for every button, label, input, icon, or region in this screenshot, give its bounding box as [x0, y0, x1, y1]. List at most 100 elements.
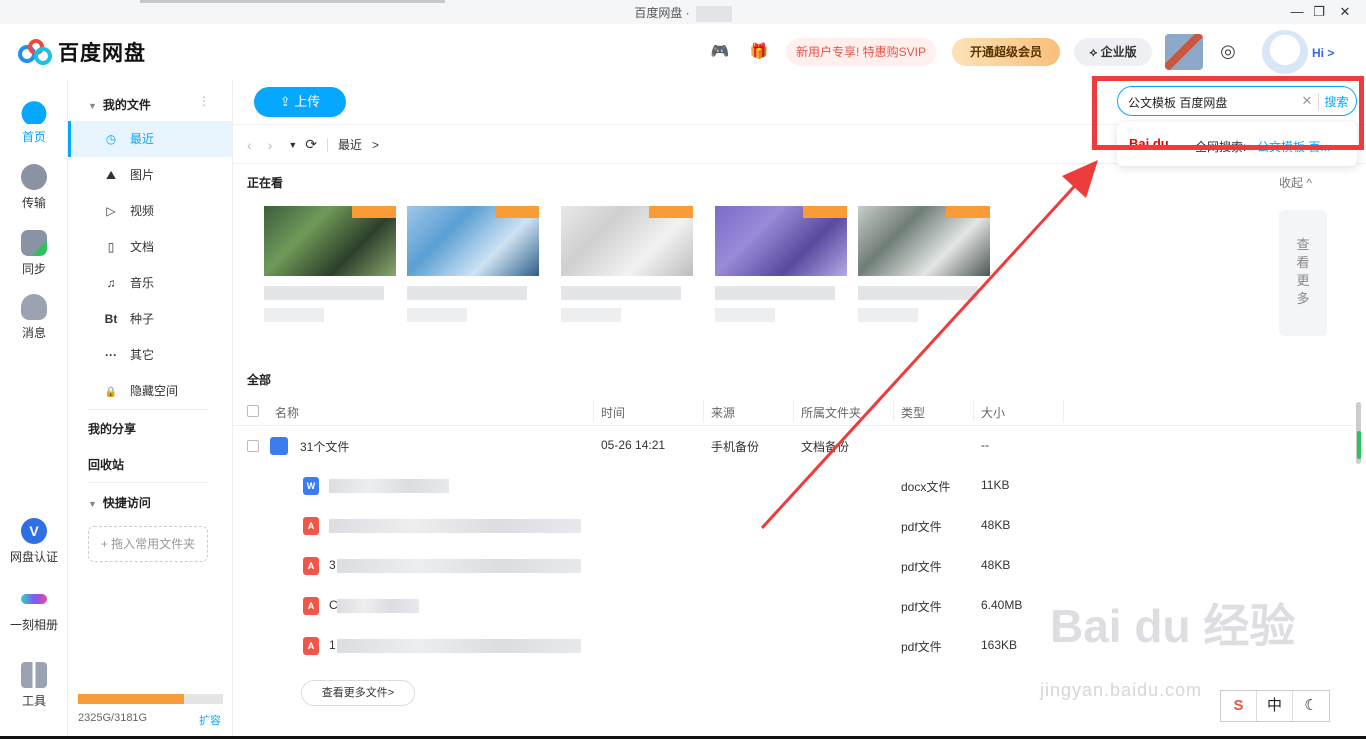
- rail-item-tools[interactable]: 工具: [0, 662, 68, 709]
- col-source[interactable]: 来源: [711, 404, 735, 421]
- sogou-icon[interactable]: S: [1221, 691, 1257, 721]
- file-name-blur: [337, 599, 419, 613]
- rail-item-transfer[interactable]: 传输: [0, 164, 68, 211]
- rail-item-sync[interactable]: 同步: [0, 230, 68, 277]
- gift-icon[interactable]: 🎁: [745, 38, 773, 66]
- recent-thumb[interactable]: [264, 206, 396, 336]
- pdf-icon: A: [303, 637, 319, 655]
- nav-item-label: 文档: [130, 240, 155, 254]
- nav-item-hidden[interactable]: 🔒 隐藏空间: [68, 373, 232, 409]
- recent-thumb[interactable]: [561, 206, 693, 336]
- enterprise-button[interactable]: ⟡ 企业版: [1074, 38, 1152, 66]
- nav-item-label: 最近: [130, 132, 155, 146]
- nav-my-share[interactable]: 我的分享: [88, 420, 136, 437]
- nav-item-images[interactable]: ⛰ 图片: [68, 157, 232, 193]
- history-dropdown-icon[interactable]: ▼: [288, 140, 297, 150]
- file-size: 6.40MB: [981, 598, 1023, 612]
- thumb-tag: [803, 206, 847, 218]
- col-size[interactable]: 大小: [981, 404, 1005, 421]
- bt-icon: Bt: [104, 312, 118, 326]
- transfer-icon: [21, 164, 47, 190]
- avatar[interactable]: [1165, 34, 1203, 70]
- refresh-icon[interactable]: ⟳: [305, 136, 317, 153]
- list-item[interactable]: A 3 pdf文件 48KB: [233, 546, 1353, 586]
- col-time[interactable]: 时间: [601, 404, 625, 421]
- forward-icon[interactable]: ›: [268, 137, 273, 153]
- window-title-text: 百度网盘 ·: [634, 6, 690, 20]
- col-separator: [593, 400, 594, 422]
- close-button[interactable]: ✕: [1334, 2, 1356, 22]
- settings-icon[interactable]: ◎: [1215, 38, 1241, 64]
- watermark-url: jingyan.baidu.com: [1040, 680, 1203, 700]
- nav-item-recent[interactable]: ◷ 最近: [68, 121, 232, 157]
- table-header: 名称 时间 来源 所属文件夹 类型 大小: [233, 396, 1353, 426]
- rail-item-album[interactable]: 一刻相册: [0, 586, 68, 633]
- game-icon[interactable]: 🎮: [706, 38, 734, 66]
- rail-item-verify[interactable]: V 网盘认证: [0, 518, 68, 565]
- nav-item-music[interactable]: ♫ 音乐: [68, 265, 232, 301]
- lock-icon: 🔒: [104, 387, 118, 398]
- col-folder[interactable]: 所属文件夹: [801, 404, 861, 421]
- hi-label[interactable]: Hi >: [1312, 46, 1334, 60]
- select-all-checkbox[interactable]: [247, 405, 259, 417]
- recent-thumb[interactable]: [715, 206, 847, 336]
- list-item[interactable]: A pdf文件 48KB: [233, 506, 1353, 546]
- more-options-icon[interactable]: ⋮: [198, 94, 210, 108]
- file-name-prefix: 1: [329, 638, 336, 652]
- see-more-char: 查: [1296, 237, 1310, 252]
- quick-access-drop[interactable]: + 拖入常用文件夹: [88, 526, 208, 562]
- upload-icon: ⇪: [279, 94, 291, 109]
- recent-thumb[interactable]: [858, 206, 990, 336]
- expand-link[interactable]: 扩容: [199, 712, 221, 728]
- row-size: --: [981, 438, 989, 452]
- more-files-button[interactable]: 查看更多文件>: [301, 680, 415, 706]
- image-icon: ⛰: [105, 168, 117, 182]
- nav-my-files[interactable]: ▼ 我的文件: [88, 96, 151, 113]
- breadcrumb-recent[interactable]: 最近: [338, 136, 362, 153]
- file-size: 11KB: [981, 478, 1010, 492]
- moon-icon[interactable]: ☾: [1293, 691, 1329, 721]
- col-type[interactable]: 类型: [901, 404, 925, 421]
- title-blur: [695, 5, 732, 22]
- nav-recycle[interactable]: 回收站: [88, 456, 124, 473]
- mascot-icon[interactable]: [1262, 30, 1308, 74]
- ime-bar: S 中 ☾: [1220, 690, 1330, 722]
- nav-quick-access[interactable]: ▼ 快捷访问: [88, 494, 151, 511]
- recent-thumb[interactable]: [407, 206, 539, 336]
- rail-item-message[interactable]: 消息: [0, 294, 68, 341]
- nav-item-label: 其它: [130, 348, 155, 362]
- rail-item-home[interactable]: 首页: [0, 98, 68, 145]
- window-title: 百度网盘 ·: [0, 4, 1366, 22]
- title-strip: [140, 0, 445, 3]
- nav-panel: ▼ 我的文件 ⋮ ◷ 最近 ⛰ 图片 ▷ 视频 ▯ 文档 ♫ 音乐 Bt 种子 ··· 其它 🔒…: [68, 80, 233, 739]
- logo[interactable]: 百度网盘: [18, 37, 146, 67]
- nav-item-videos[interactable]: ▷ 视频: [68, 193, 232, 229]
- row-source: 手机备份: [711, 440, 760, 454]
- pdf-icon: A: [303, 517, 319, 535]
- ime-chinese-toggle[interactable]: 中: [1257, 691, 1293, 721]
- svip-promo[interactable]: 新用户专享! 特惠购SVIP: [786, 38, 937, 66]
- play-icon: ▷: [106, 204, 116, 218]
- table-row[interactable]: 31个文件 05-26 14:21 手机备份 文档备份 --: [233, 426, 1353, 466]
- list-item[interactable]: W docx文件 11KB: [233, 466, 1353, 506]
- nav-item-torrents[interactable]: Bt 种子: [68, 301, 232, 337]
- file-size: 163KB: [981, 638, 1018, 652]
- headphones-icon: ♫: [106, 276, 116, 290]
- see-more-char: 更: [1296, 273, 1310, 288]
- upload-label: 上传: [294, 94, 321, 109]
- nav-item-other[interactable]: ··· 其它: [68, 337, 232, 373]
- collapse-button[interactable]: 收起 ^: [1279, 174, 1312, 191]
- logo-icon: [18, 39, 52, 65]
- svip-button[interactable]: 开通超级会员: [952, 38, 1060, 66]
- upload-button[interactable]: ⇪ 上传: [254, 87, 346, 117]
- file-size: 48KB: [981, 558, 1011, 572]
- col-name[interactable]: 名称: [275, 404, 299, 421]
- row-checkbox[interactable]: [247, 440, 259, 452]
- tools-icon: [21, 662, 47, 688]
- thumb-image: [407, 206, 539, 276]
- see-more-card[interactable]: 查 看 更 多: [1279, 210, 1327, 336]
- back-icon[interactable]: ‹: [247, 137, 252, 153]
- restore-button[interactable]: ❐: [1308, 2, 1330, 22]
- nav-item-docs[interactable]: ▯ 文档: [68, 229, 232, 265]
- minimize-button[interactable]: —: [1286, 2, 1308, 22]
